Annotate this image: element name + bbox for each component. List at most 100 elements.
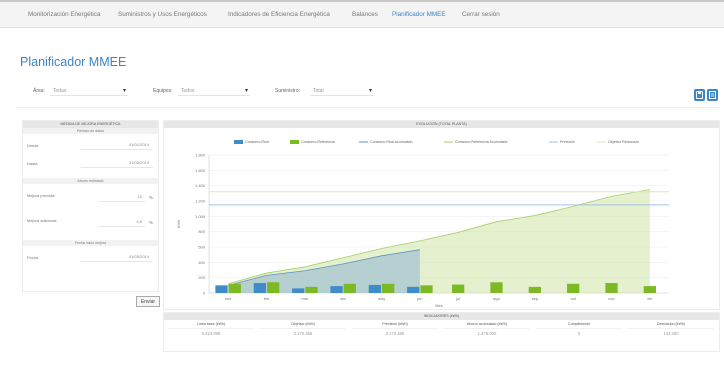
indicator-value: 0 bbox=[536, 328, 622, 338]
indicator-header: Ahorro acumulado (kWh) bbox=[467, 322, 507, 326]
indicator-objetivo: Objetivo (kWh) 3.172.465 bbox=[260, 320, 346, 338]
area-label: Área: bbox=[33, 88, 45, 94]
chevron-down-icon: ▾ bbox=[122, 88, 126, 94]
bar-consumo-real bbox=[215, 285, 228, 293]
equipos-label: Equipos: bbox=[153, 88, 173, 94]
x-tick-label: feb bbox=[264, 296, 270, 301]
y-tick-label: 1.400 bbox=[195, 183, 206, 188]
legend-entry: Consumo Real Acumulado bbox=[370, 140, 413, 144]
mejora-adicional-label: Mejora adicional: bbox=[27, 218, 58, 223]
indicator-value: 1.476.000 bbox=[444, 328, 530, 338]
enviar-button[interactable]: Enviar bbox=[136, 296, 160, 307]
indicator-value: 3.172.465 bbox=[260, 328, 346, 338]
print-icon bbox=[709, 91, 716, 99]
indicator-header: Desviación (kWh) bbox=[656, 322, 686, 326]
chevron-down-icon: ▾ bbox=[244, 88, 248, 94]
indicator-desviacion: Desviación (kWh) 142.000 bbox=[628, 320, 714, 338]
indicator-value: 3.424.999 bbox=[168, 328, 254, 338]
bar-consumo-referencia bbox=[490, 282, 503, 293]
indicator-header: Objetivo (kWh) bbox=[291, 322, 315, 326]
bar-consumo-real bbox=[407, 286, 420, 293]
indicator-cumplimiento: Cumplimiento 0 bbox=[536, 320, 622, 338]
page-title: Planificador MMEE bbox=[20, 55, 127, 69]
save-icon bbox=[696, 91, 703, 99]
indicator-header: Línea base (kWh) bbox=[196, 322, 226, 326]
bar-consumo-real bbox=[253, 283, 266, 293]
mejora-prevista-label: Mejora prevista: bbox=[27, 193, 56, 198]
evolution-chart: 0 200 400 600 800 1.000 1.200 1.400 1.600 1.800 en… bbox=[176, 140, 669, 308]
indicator-header: Previsión (kWh) bbox=[382, 322, 408, 326]
nav-item-suministros[interactable]: Suministros y Usos Energéticos bbox=[118, 11, 207, 18]
x-tick-label: ene bbox=[225, 296, 232, 301]
indicators-panel: INDICADORES (kWh) Línea base (kWh) 3.424… bbox=[163, 312, 720, 352]
indicator-ahorro-acumulado: Ahorro acumulado (kWh) 1.476.000 bbox=[444, 320, 530, 338]
percent-unit: % bbox=[149, 195, 154, 200]
x-tick-label: abr bbox=[340, 296, 346, 301]
legend-entry: Consumo Real bbox=[245, 140, 269, 144]
print-button[interactable] bbox=[707, 89, 718, 101]
nav-item-indicadores[interactable]: Indicadores de Eficiencia Energética bbox=[228, 11, 330, 18]
x-axis-label: Mes bbox=[435, 303, 443, 308]
y-axis-label: kWh bbox=[176, 220, 181, 228]
indicator-value: 3.172.465 bbox=[352, 328, 438, 338]
nav-item-planificador[interactable]: Planificador MMEE bbox=[392, 11, 446, 18]
x-tick-label: jun bbox=[416, 296, 422, 301]
x-tick-label: dic bbox=[647, 296, 652, 301]
bar-consumo-referencia bbox=[420, 285, 433, 293]
evolution-chart-panel: EVOLUCIÓN (TOTAL PLANTA) 0 200 400 600 800 1.… bbox=[163, 120, 720, 310]
chart-title: EVOLUCIÓN (TOTAL PLANTA) bbox=[164, 121, 719, 128]
x-tick-label: ago bbox=[493, 296, 500, 301]
bar-consumo-real bbox=[368, 284, 381, 293]
bar-consumo-referencia bbox=[228, 283, 241, 293]
indicators-title: INDICADORES (kWh) bbox=[164, 313, 719, 320]
improvement-panel: MEDIDA DE MEJORA ENERGÉTICA Periodo de d… bbox=[22, 120, 159, 292]
bar-consumo-referencia bbox=[605, 283, 618, 293]
suministro-select-value: Total bbox=[313, 88, 324, 94]
hasta-date-field[interactable]: 31/05/2014 bbox=[81, 160, 153, 168]
top-navigation: Monitorización Energética Suministros y … bbox=[0, 0, 724, 28]
legend-entry: Objetivo Reducción bbox=[608, 140, 639, 144]
nav-item-monitorizacion[interactable]: Monitorización Energética bbox=[28, 11, 100, 18]
fecha-date-field[interactable]: 01/05/2014 bbox=[81, 254, 153, 262]
equipos-select[interactable]: Todos ▾ bbox=[178, 85, 250, 96]
mejora-adicional-input[interactable]: 0,5 bbox=[99, 219, 145, 227]
y-tick-label: 1.200 bbox=[195, 199, 206, 204]
y-tick-label: 400 bbox=[198, 260, 205, 265]
bar-consumo-referencia bbox=[567, 283, 580, 293]
bar-consumo-referencia bbox=[343, 283, 356, 293]
ahorro-title: Ahorro estimado bbox=[23, 178, 158, 184]
area-select[interactable]: Todas ▾ bbox=[50, 85, 128, 96]
y-tick-label: 800 bbox=[198, 229, 205, 234]
improvement-panel-title: MEDIDA DE MEJORA ENERGÉTICA bbox=[23, 121, 158, 128]
nav-item-cerrar-sesion[interactable]: Cerrar sesión bbox=[462, 11, 500, 18]
periodo-title: Periodo de datos bbox=[23, 128, 158, 134]
x-tick-label: jul bbox=[455, 296, 460, 301]
y-tick-label: 0 bbox=[203, 291, 206, 296]
hasta-label: Hasta bbox=[27, 161, 38, 166]
bar-consumo-real bbox=[330, 286, 343, 293]
suministro-label: Suministro: bbox=[275, 88, 301, 94]
bar-consumo-referencia bbox=[452, 284, 465, 293]
bar-consumo-referencia bbox=[643, 286, 656, 293]
divider bbox=[16, 107, 720, 108]
bar-consumo-real bbox=[292, 288, 305, 293]
fecha-title: Fecha inicio mejora bbox=[23, 240, 158, 246]
indicator-value: 142.000 bbox=[628, 328, 714, 338]
bar-consumo-referencia bbox=[382, 283, 395, 293]
x-tick-label: mar bbox=[301, 296, 309, 301]
percent-unit: % bbox=[149, 220, 154, 225]
suministro-select[interactable]: Total ▾ bbox=[310, 85, 374, 96]
desde-date-field[interactable]: 01/01/2014 bbox=[81, 142, 153, 150]
y-tick-label: 200 bbox=[198, 275, 205, 280]
area-select-value: Todas bbox=[53, 88, 67, 94]
bar-consumo-referencia bbox=[305, 286, 318, 293]
save-button[interactable] bbox=[694, 89, 705, 101]
legend-swatch bbox=[234, 140, 243, 144]
nav-item-balances[interactable]: Balances bbox=[352, 11, 378, 18]
indicator-header: Cumplimiento bbox=[568, 322, 590, 326]
y-tick-label: 1.000 bbox=[195, 214, 206, 219]
mejora-prevista-input[interactable]: 10 bbox=[99, 194, 145, 202]
filter-bar: Área: Todas ▾ Equipos: Todos ▾ Suministr… bbox=[0, 82, 724, 102]
x-tick-label: sep bbox=[532, 296, 539, 301]
x-tick-label: oct bbox=[570, 296, 576, 301]
